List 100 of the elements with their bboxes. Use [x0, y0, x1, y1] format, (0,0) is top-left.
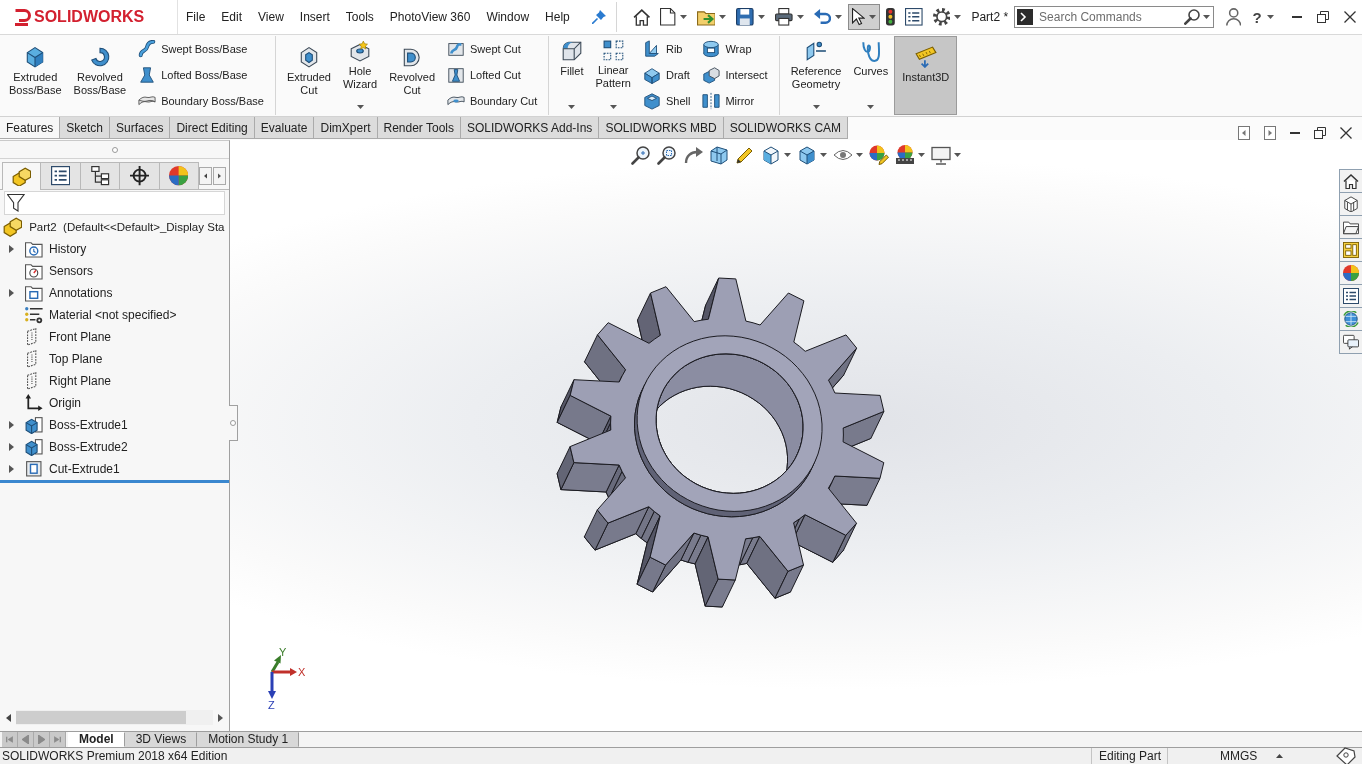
- globe-icon[interactable]: [1339, 307, 1362, 331]
- tree-item[interactable]: Right Plane: [46, 374, 112, 388]
- panel-tab[interactable]: [41, 162, 81, 189]
- search-field[interactable]: Search Commands: [1014, 6, 1215, 28]
- tree-item[interactable]: Top Plane: [46, 352, 103, 366]
- menu-item[interactable]: Tools: [337, 4, 382, 30]
- tree-item[interactable]: Boss-Extrude1: [46, 418, 128, 432]
- ribbon-button[interactable]: Linear Pattern: [589, 36, 637, 115]
- tree-item[interactable]: Boss-Extrude2: [46, 440, 128, 454]
- ribbon-button[interactable]: Draft: [638, 62, 695, 88]
- close-icon[interactable]: [1344, 11, 1356, 23]
- arrow-right-icon[interactable]: [218, 713, 223, 722]
- ribbon-button[interactable]: Shell: [638, 88, 695, 114]
- magnifier-icon: [631, 145, 651, 165]
- tab[interactable]: Surfaces: [110, 117, 171, 139]
- tab[interactable]: SOLIDWORKS MBD: [599, 117, 724, 139]
- tree-item[interactable]: Cut-Extrude1: [46, 462, 120, 476]
- chat-bubbles-icon[interactable]: [1339, 330, 1362, 354]
- pane-left-icon[interactable]: [1238, 125, 1250, 140]
- tree-item[interactable]: History: [46, 242, 87, 256]
- restore-icon[interactable]: [1314, 126, 1326, 139]
- panel-tab[interactable]: [80, 162, 121, 189]
- menu-item[interactable]: Insert: [291, 4, 338, 30]
- ribbon-button[interactable]: Mirror: [698, 88, 772, 114]
- search-icon[interactable]: [1184, 9, 1201, 25]
- list-icon[interactable]: [1339, 284, 1362, 308]
- arrow-left-icon[interactable]: [6, 713, 11, 722]
- ribbon-button[interactable]: Lofted Boss/Base: [134, 62, 268, 88]
- caret-icon[interactable]: [1203, 15, 1211, 19]
- close-icon[interactable]: [1340, 126, 1352, 139]
- slab-curve-icon: [447, 40, 465, 58]
- ribbon-button[interactable]: Fillet: [554, 36, 590, 115]
- tab[interactable]: Direct Editing: [170, 117, 255, 139]
- tree-item[interactable]: Material <not specified>: [46, 308, 177, 322]
- tab[interactable]: Features: [0, 117, 61, 139]
- tree-item[interactable]: Sensors: [46, 264, 94, 278]
- home-icon[interactable]: [1339, 169, 1362, 193]
- units-text[interactable]: MMGS: [1220, 749, 1258, 763]
- ribbon-button[interactable]: Boundary Cut: [443, 88, 542, 114]
- traffic-light-icon: [886, 8, 896, 26]
- pane-right-icon[interactable]: [1264, 125, 1276, 140]
- menu-item[interactable]: View: [250, 4, 292, 30]
- pin-icon[interactable]: [591, 10, 606, 24]
- arrow-right-icon[interactable]: [213, 166, 226, 185]
- ribbon-button[interactable]: Lofted Cut: [443, 62, 542, 88]
- splitter-handle[interactable]: [229, 405, 238, 441]
- menu-item[interactable]: PhotoView 360: [381, 4, 479, 30]
- ribbon-button[interactable]: Revolved Cut: [383, 36, 441, 115]
- tab[interactable]: Motion Study 1: [197, 732, 300, 747]
- ribbon-button[interactable]: Curves: [847, 36, 895, 115]
- arrow-left-icon[interactable]: [199, 166, 212, 185]
- ribbon-button[interactable]: Hole Wizard: [336, 36, 384, 115]
- folder-icon[interactable]: [1339, 215, 1362, 239]
- menu-item[interactable]: File: [178, 4, 214, 30]
- scrollbar-track[interactable]: [16, 710, 213, 725]
- menu-item[interactable]: Edit: [213, 4, 251, 30]
- arrow-right-icon[interactable]: [8, 289, 14, 297]
- ribbon-button[interactable]: Intersect: [698, 62, 772, 88]
- ribbon-button[interactable]: Extruded Cut: [280, 36, 337, 115]
- arrow-right-icon[interactable]: [8, 245, 14, 253]
- tree-item[interactable]: Part2 (Default<<Default>_Display Sta: [26, 221, 225, 233]
- menu-item[interactable]: Window: [478, 4, 538, 30]
- tab[interactable]: Sketch: [60, 117, 111, 139]
- tab[interactable]: DimXpert: [314, 117, 378, 139]
- menu-item[interactable]: Help: [537, 4, 578, 30]
- ribbon-button[interactable]: Revolved Boss/Base: [67, 36, 133, 115]
- ribbon-button[interactable]: Instant3D: [894, 36, 958, 115]
- toolbar-button[interactable]: [848, 4, 881, 30]
- filter-field[interactable]: [4, 191, 225, 215]
- tab[interactable]: Evaluate: [254, 117, 315, 139]
- arrow-right-icon[interactable]: [8, 421, 14, 429]
- tree-item[interactable]: Origin: [46, 396, 81, 410]
- striped-box-icon[interactable]: [1339, 192, 1362, 216]
- panel-tab[interactable]: [120, 162, 160, 189]
- ribbon-button[interactable]: Wrap: [698, 36, 772, 62]
- panel-grid-icon[interactable]: [1339, 238, 1362, 262]
- help-button[interactable]: ?: [1251, 7, 1275, 27]
- restore-icon[interactable]: [1317, 11, 1329, 23]
- tag-icon[interactable]: [1336, 747, 1356, 764]
- tree-item[interactable]: Annotations: [46, 286, 113, 300]
- ribbon-button[interactable]: Extruded Boss/Base: [3, 36, 68, 115]
- tree-item[interactable]: Front Plane: [46, 330, 112, 344]
- user-icon[interactable]: [1226, 8, 1242, 26]
- ribbon-button[interactable]: Swept Cut: [443, 36, 542, 62]
- ribbon-button[interactable]: Rib: [638, 36, 695, 62]
- tab[interactable]: Render Tools: [377, 117, 461, 139]
- tab[interactable]: SOLIDWORKS Add-Ins: [461, 117, 600, 139]
- ribbon-button[interactable]: Boundary Boss/Base: [134, 88, 268, 114]
- tab[interactable]: 3D Views: [124, 732, 198, 747]
- arrow-right-icon[interactable]: [8, 465, 14, 473]
- scrollbar-thumb[interactable]: [16, 711, 186, 724]
- tab[interactable]: SOLIDWORKS CAM: [723, 117, 849, 139]
- grip-icon[interactable]: [111, 146, 118, 153]
- color-wheel-icon[interactable]: [1339, 261, 1362, 285]
- caret-up-icon[interactable]: [1276, 754, 1284, 758]
- minimize-icon[interactable]: [1290, 131, 1300, 134]
- arrow-right-icon[interactable]: [8, 443, 14, 451]
- ribbon-button[interactable]: Reference Geometry: [784, 36, 848, 115]
- ribbon-button[interactable]: Swept Boss/Base: [134, 36, 268, 62]
- tab[interactable]: Model: [68, 732, 125, 747]
